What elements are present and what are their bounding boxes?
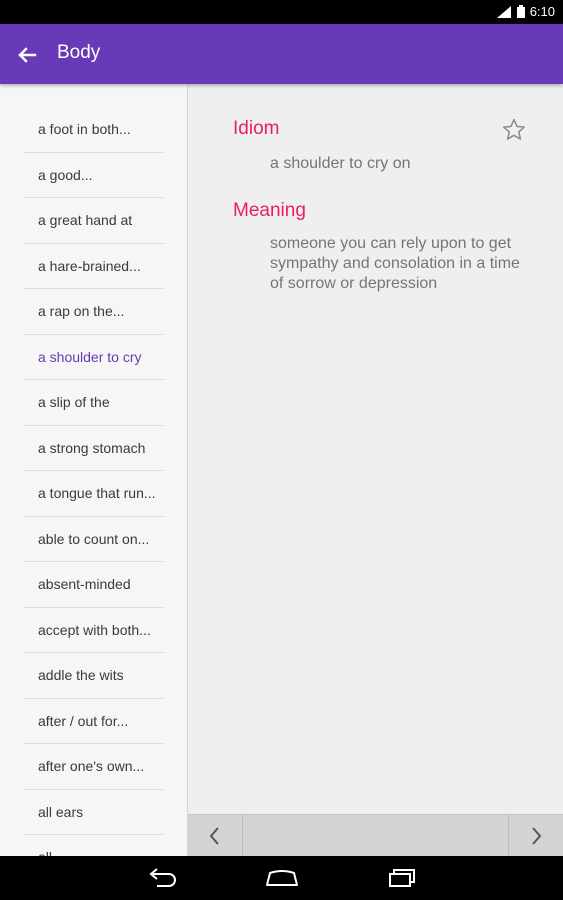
system-back-icon bbox=[149, 868, 176, 887]
favorite-button[interactable] bbox=[501, 117, 527, 143]
list-item[interactable]: a good... bbox=[24, 153, 164, 198]
meaning-text: someone you can rely upon to get sympath… bbox=[270, 235, 520, 292]
detail-panel: Idiom a shoulder to cry on Meaning someo… bbox=[188, 84, 563, 812]
list-item[interactable]: a hare-brained... bbox=[24, 244, 164, 289]
list-item[interactable]: able to count on... bbox=[24, 517, 164, 562]
list-item[interactable]: absent-minded bbox=[24, 562, 164, 608]
idiom-list-panel[interactable]: a foot in both... a good... a great hand a… bbox=[0, 84, 188, 856]
chevron-right-icon bbox=[532, 827, 542, 845]
next-button[interactable] bbox=[508, 815, 563, 857]
main-content: a foot in both... a good... a great hand a… bbox=[0, 84, 563, 857]
system-back-button[interactable] bbox=[142, 864, 182, 892]
idiom-text: a shoulder to cry on bbox=[270, 155, 411, 172]
signal-icon bbox=[496, 5, 512, 19]
status-time: 6:10 bbox=[529, 4, 555, 19]
app-bar: Body bbox=[0, 24, 563, 84]
system-home-button[interactable] bbox=[262, 864, 302, 892]
back-button[interactable] bbox=[12, 40, 42, 70]
previous-button[interactable] bbox=[188, 815, 243, 857]
pager-bar bbox=[188, 814, 563, 857]
list-item-selected[interactable]: a shoulder to cry bbox=[24, 335, 164, 380]
list-item[interactable]: a foot in both... bbox=[24, 107, 164, 153]
system-navigation-bar bbox=[0, 856, 563, 900]
star-outline-icon bbox=[502, 118, 526, 140]
system-recents-icon bbox=[389, 869, 415, 887]
list-item[interactable]: addle the wits bbox=[24, 653, 164, 699]
list-item[interactable]: after one's own... bbox=[24, 744, 164, 790]
list-item[interactable]: a great hand at bbox=[24, 198, 164, 244]
list-item[interactable]: a rap on the... bbox=[24, 289, 164, 335]
chevron-left-icon bbox=[209, 827, 219, 845]
list-item[interactable]: all... bbox=[24, 835, 164, 856]
system-recents-button[interactable] bbox=[382, 864, 422, 892]
list-item[interactable]: after / out for... bbox=[24, 699, 164, 744]
meaning-heading: Meaning bbox=[233, 200, 306, 221]
idiom-list: a foot in both... a good... a great hand a… bbox=[24, 107, 164, 856]
page-title: Body bbox=[57, 42, 101, 63]
system-home-icon bbox=[266, 870, 298, 886]
status-bar: 6:10 bbox=[0, 0, 563, 24]
battery-icon bbox=[516, 4, 526, 19]
list-item[interactable]: a strong stomach bbox=[24, 426, 164, 471]
arrow-back-icon bbox=[18, 47, 37, 63]
list-item[interactable]: a tongue that run... bbox=[24, 471, 164, 517]
idiom-heading: Idiom bbox=[233, 118, 280, 139]
list-item[interactable]: all ears bbox=[24, 790, 164, 835]
list-item[interactable]: a slip of the bbox=[24, 380, 164, 426]
list-item[interactable]: accept with both... bbox=[24, 608, 164, 653]
